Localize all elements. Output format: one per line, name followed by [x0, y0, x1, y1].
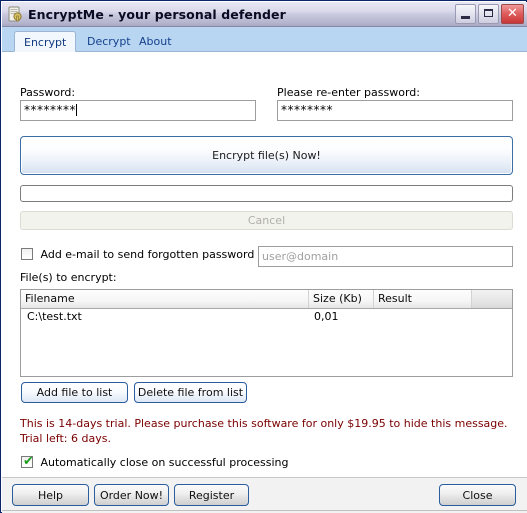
register-button[interactable]: Register	[174, 484, 249, 506]
cancel-button: Cancel	[20, 211, 513, 230]
delete-file-from-list-label: Delete file from list	[137, 386, 244, 399]
cancel-label: Cancel	[247, 214, 286, 227]
files-to-encrypt-label: File(s) to encrypt:	[20, 271, 117, 284]
column-header-size[interactable]: Size (Kb)	[309, 290, 374, 308]
autoclose-checkbox[interactable]: ✔	[21, 454, 34, 469]
add-file-to-list-button[interactable]: Add file to list	[21, 382, 128, 403]
tab-encrypt-label: Encrypt	[24, 36, 67, 49]
text-caret	[76, 104, 77, 116]
add-file-to-list-label: Add file to list	[36, 386, 113, 399]
cell-size: 0,01	[314, 310, 339, 323]
app-window: EncryptMe - your personal defender ✕ Enc…	[0, 0, 527, 513]
close-icon: ✕	[507, 6, 518, 21]
tab-about-label: About	[139, 35, 172, 48]
file-list[interactable]: Filename Size (Kb) Result C:\test.txt 0,…	[20, 289, 513, 377]
tab-decrypt-label: Decrypt	[87, 35, 131, 48]
add-email-checkbox-row[interactable]: Add e-mail to send forgotten password	[21, 248, 254, 261]
register-label: Register	[188, 489, 235, 502]
window-title: EncryptMe - your personal defender	[28, 7, 286, 22]
check-icon: ✔	[23, 454, 34, 469]
minimize-icon	[461, 16, 470, 19]
delete-file-from-list-button[interactable]: Delete file from list	[134, 382, 247, 403]
progress-bar	[20, 185, 513, 202]
close-button[interactable]: Close	[439, 484, 516, 506]
column-header-filename[interactable]: Filename	[21, 290, 309, 308]
reenter-password-label: Please re-enter password:	[277, 86, 420, 99]
order-now-button[interactable]: Order Now!	[94, 484, 169, 506]
maximize-icon	[484, 9, 493, 17]
password-value: ********	[24, 103, 76, 117]
add-email-checkbox[interactable]	[21, 248, 33, 260]
minimize-button[interactable]	[455, 4, 476, 24]
encrypt-files-now-label: Encrypt file(s) Now!	[212, 149, 321, 162]
cell-result	[379, 309, 469, 326]
window-controls: ✕	[455, 4, 524, 24]
footer-bar: Help Order Now! Register Close	[2, 477, 527, 513]
autoclose-checkbox-label: Automatically close on successful proces…	[40, 456, 289, 469]
email-input[interactable]: user@domain	[258, 246, 513, 267]
help-label: Help	[37, 489, 64, 502]
title-bar[interactable]: EncryptMe - your personal defender ✕	[2, 2, 527, 27]
maximize-button[interactable]	[478, 4, 499, 24]
help-button[interactable]: Help	[12, 484, 89, 506]
email-placeholder: user@domain	[262, 250, 339, 263]
close-window-button[interactable]: ✕	[501, 4, 524, 24]
column-header-result[interactable]: Result	[374, 290, 472, 308]
file-list-header: Filename Size (Kb) Result	[21, 290, 512, 309]
encrypt-panel: Password: Please re-enter password: ****…	[2, 52, 527, 477]
autoclose-checkbox-row[interactable]: ✔ Automatically close on successful proc…	[21, 454, 289, 469]
password-input[interactable]: ********	[20, 100, 256, 121]
tab-strip: Encrypt Decrypt About	[2, 27, 527, 52]
close-label: Close	[462, 489, 493, 502]
encrypt-files-now-button[interactable]: Encrypt file(s) Now!	[20, 136, 513, 175]
reenter-password-value: ********	[281, 103, 333, 117]
table-row[interactable]: C:\test.txt 0,01	[21, 309, 512, 326]
document-lock-icon	[7, 6, 24, 23]
add-email-checkbox-label: Add e-mail to send forgotten password	[40, 248, 255, 261]
reenter-password-input[interactable]: ********	[277, 100, 513, 121]
order-now-label: Order Now!	[99, 489, 164, 502]
tab-about[interactable]: About	[130, 31, 181, 52]
column-header-filler	[472, 290, 512, 308]
trial-message: This is 14-days trial. Please purchase t…	[20, 417, 508, 445]
tab-encrypt[interactable]: Encrypt	[14, 31, 77, 52]
cell-filename: C:\test.txt	[27, 310, 82, 323]
password-label: Password:	[20, 86, 76, 99]
